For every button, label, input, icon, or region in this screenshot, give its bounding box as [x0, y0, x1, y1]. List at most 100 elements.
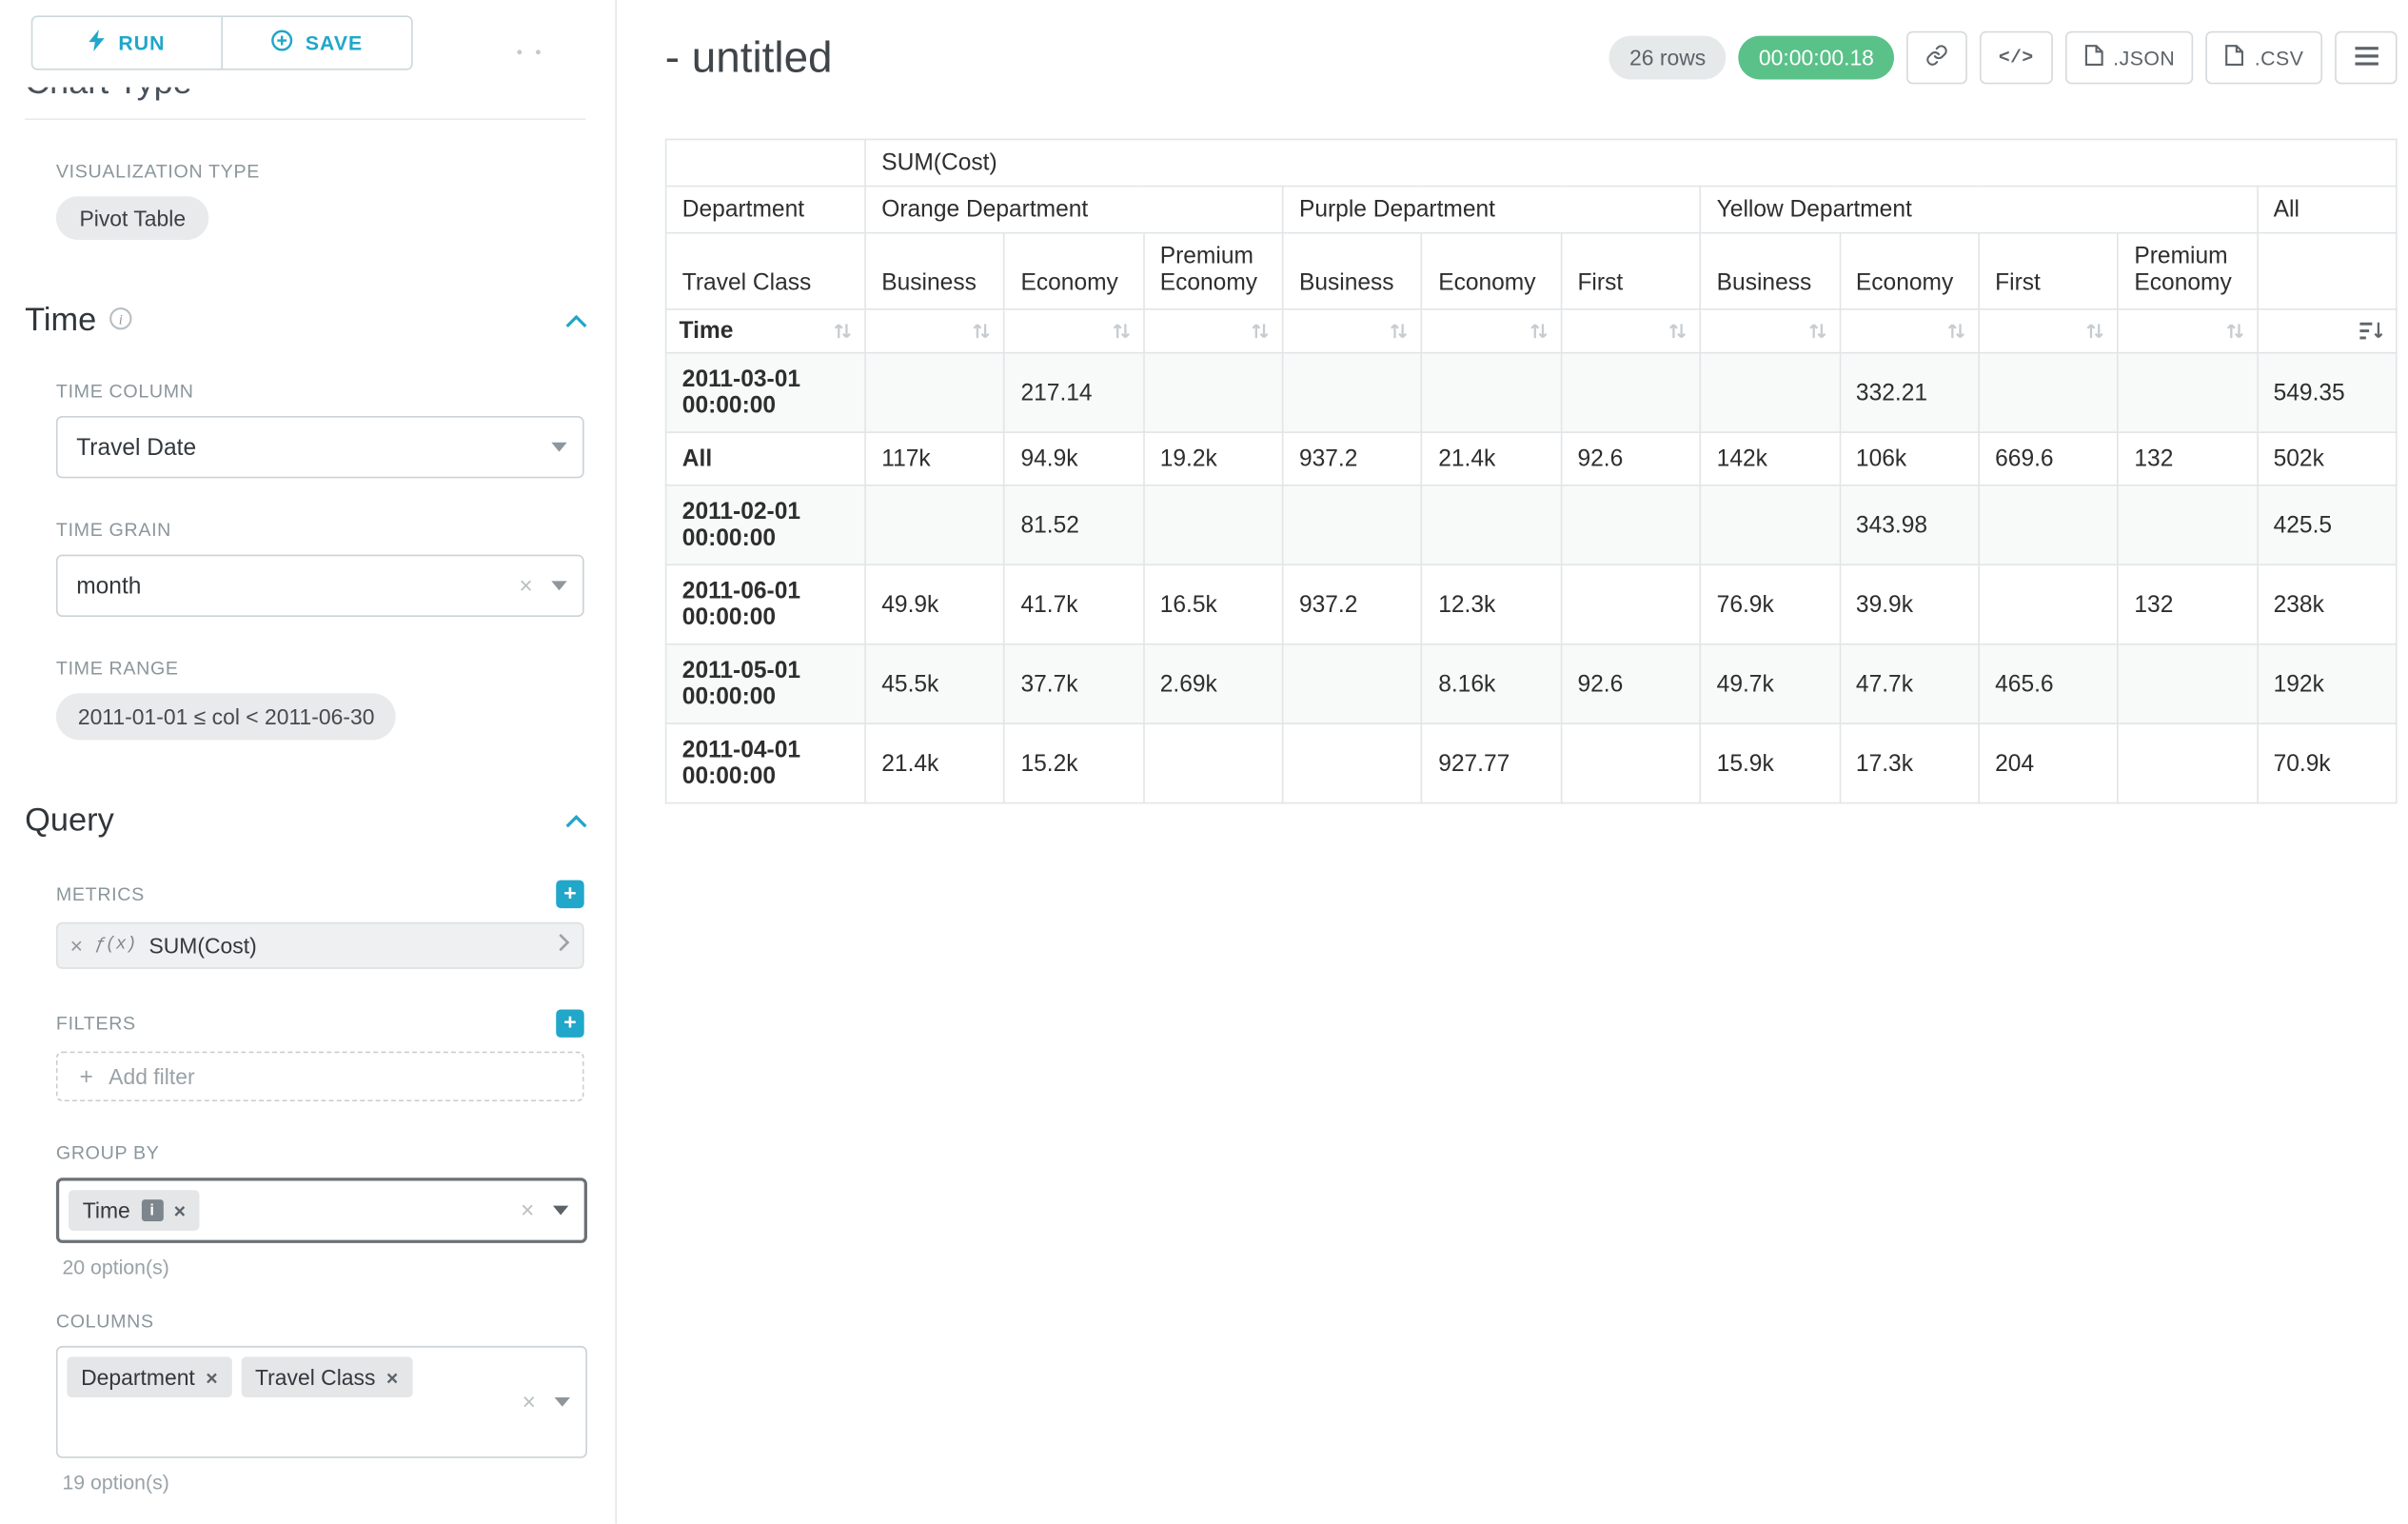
sortable-column-cell [1561, 309, 1700, 353]
row-label: 2011-04-01 00:00:00 [666, 723, 865, 802]
pivot-cell [1283, 353, 1422, 432]
sort-toggle-icon[interactable] [973, 321, 992, 341]
sort-toggle-icon[interactable] [2225, 321, 2244, 341]
pivot-cell [2118, 485, 2257, 564]
sort-toggle-icon[interactable] [834, 321, 853, 341]
pivot-cell: 37.7k [1004, 644, 1143, 723]
pivot-cell [1144, 485, 1283, 564]
remove-pill-icon[interactable]: × [206, 1365, 217, 1389]
sort-toggle-icon[interactable] [1251, 321, 1270, 341]
export-json-button[interactable]: .JSON [2064, 31, 2193, 85]
row-label: All [666, 432, 865, 485]
svg-text:i: i [119, 312, 123, 327]
time-range-value[interactable]: 2011-01-01 ≤ col < 2011-06-30 [56, 693, 397, 740]
pivot-cell: 343.98 [1840, 485, 1979, 564]
sort-toggle-icon[interactable] [1807, 321, 1826, 341]
clear-icon[interactable]: × [521, 1198, 534, 1222]
sort-toggle-icon[interactable] [1112, 321, 1131, 341]
selected-option-pill[interactable]: Department× [67, 1356, 231, 1397]
pivot-cell: 92.6 [1561, 644, 1700, 723]
run-button[interactable]: RUN [32, 17, 221, 69]
pivot-cell [1283, 723, 1422, 802]
row-label: 2011-03-01 00:00:00 [666, 353, 865, 432]
save-button[interactable]: SAVE [221, 17, 411, 69]
add-filter-dropzone[interactable]: + Add filter [56, 1052, 584, 1101]
pivot-cell: 39.9k [1840, 564, 1979, 643]
selected-option-pill[interactable]: Travel Class× [241, 1356, 412, 1397]
travel-class-header: First [1561, 233, 1700, 309]
add-filter-label: Add filter [109, 1064, 194, 1089]
pivot-cell: 8.16k [1422, 644, 1561, 723]
run-save-bar: RUN SAVE [25, 0, 584, 88]
remove-metric-icon[interactable]: × [70, 933, 83, 958]
pivot-cell: 19.2k [1144, 432, 1283, 485]
pivot-cell [1422, 485, 1561, 564]
table-row: 2011-06-01 00:00:0049.9k41.7k16.5k937.21… [666, 564, 2397, 643]
visualization-type-label: VISUALIZATION TYPE [56, 161, 584, 183]
selected-option-pill[interactable]: Timei× [69, 1190, 200, 1231]
query-section-header: Query [25, 802, 587, 840]
sort-desc-active-icon[interactable] [2359, 321, 2383, 341]
pivot-cell: 45.5k [865, 644, 1004, 723]
visualization-type-value[interactable]: Pivot Table [56, 196, 209, 240]
panel-resize-handle[interactable] [517, 49, 541, 54]
sortable-column-cell [2118, 309, 2257, 353]
group-by-label: GROUP BY [56, 1142, 584, 1164]
pivot-cell: 94.9k [1004, 432, 1143, 485]
time-column-select[interactable]: Travel Date [56, 416, 584, 478]
file-icon [2083, 44, 2103, 71]
info-icon[interactable]: i [141, 1199, 163, 1221]
pivot-cell: 332.21 [1840, 353, 1979, 432]
metric-header-cell: SUM(Cost) [865, 139, 2397, 186]
export-csv-button[interactable]: .CSV [2206, 31, 2322, 85]
metrics-label: METRICS [56, 883, 145, 905]
chart-title[interactable]: - untitled [665, 32, 833, 82]
control-panel: RUN SAVE Chart Type VISUALIZATION TYPE P… [0, 0, 617, 1523]
group-by-select[interactable]: Timei× × [56, 1178, 587, 1243]
add-metric-button[interactable]: + [556, 881, 583, 908]
pivot-cell [1561, 564, 1700, 643]
pivot-cell: 465.6 [1979, 644, 2118, 723]
plus-icon: + [79, 1063, 92, 1090]
clear-icon[interactable]: × [523, 1391, 536, 1415]
run-save-group: RUN SAVE [31, 15, 413, 69]
pivot-cell: 47.7k [1840, 644, 1979, 723]
view-query-button[interactable]: </> [1980, 31, 2052, 85]
pivot-cell [2118, 644, 2257, 723]
chevron-right-icon[interactable] [558, 932, 570, 960]
pivot-cell [1700, 485, 1839, 564]
pivot-cell: 2.69k [1144, 644, 1283, 723]
plus-circle-icon [271, 30, 293, 56]
sort-toggle-icon[interactable] [1946, 321, 1965, 341]
pivot-cell: 21.4k [865, 723, 1004, 802]
time-grain-select[interactable]: month × [56, 555, 584, 617]
share-link-button[interactable] [1906, 31, 1967, 85]
row-label: 2011-02-01 00:00:00 [666, 485, 865, 564]
pivot-cell [1422, 353, 1561, 432]
sortable-column-cell [865, 309, 1004, 353]
table-row: All117k94.9k19.2k937.221.4k92.6142k106k6… [666, 432, 2397, 485]
metric-chip[interactable]: × ƒ(x) SUM(Cost) [56, 922, 584, 969]
remove-pill-icon[interactable]: × [174, 1198, 186, 1222]
more-menu-button[interactable] [2335, 31, 2397, 85]
columns-select[interactable]: Department×Travel Class× × [56, 1346, 587, 1458]
sortable-column-cell [1700, 309, 1839, 353]
sort-toggle-icon[interactable] [1390, 321, 1409, 341]
remove-pill-icon[interactable]: × [386, 1365, 398, 1389]
explore-view: RUN SAVE Chart Type VISUALIZATION TYPE P… [0, 0, 2408, 1523]
columns-options-hint: 19 option(s) [62, 1471, 583, 1494]
pivot-cell: 76.9k [1700, 564, 1839, 643]
chevron-up-icon[interactable] [565, 814, 587, 828]
filters-label: FILTERS [56, 1013, 136, 1035]
sort-toggle-icon[interactable] [1530, 321, 1549, 341]
sortable-column-cell [1283, 309, 1422, 353]
pivot-cell [1283, 644, 1422, 723]
chevron-down-icon [555, 1397, 570, 1407]
add-filter-button[interactable]: + [556, 1009, 583, 1037]
sort-toggle-icon[interactable] [2086, 321, 2105, 341]
chevron-up-icon[interactable] [565, 314, 587, 328]
pivot-cell [1979, 564, 2118, 643]
clear-icon[interactable]: × [519, 574, 532, 598]
pivot-cell [1561, 723, 1700, 802]
sort-toggle-icon[interactable] [1668, 321, 1688, 341]
